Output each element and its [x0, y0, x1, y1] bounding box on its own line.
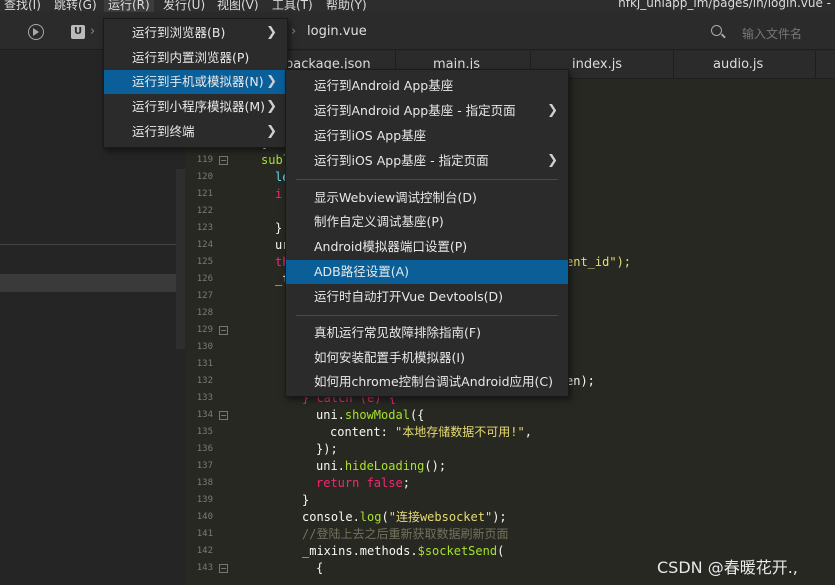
watermark-text: CSDN @春暖花开., — [657, 558, 798, 577]
chevron-right-icon: ❯ — [547, 153, 558, 168]
code-line: _mixins.methods.$socketSend( — [302, 544, 505, 558]
menu-goto[interactable]: 跳转(G) — [54, 0, 97, 12]
uniapp-icon[interactable]: U — [71, 25, 85, 39]
device-submenu: 运行到Android App基座 运行到Android App基座 - 指定页面… — [285, 69, 569, 397]
menu-item-ios-base-page[interactable]: 运行到iOS App基座 - 指定页面 ❯ — [286, 149, 568, 173]
line-number: 125 — [196, 257, 213, 267]
chevron-right-icon: ❯ — [266, 124, 277, 139]
explorer-divider — [0, 244, 176, 245]
line-number: 134 — [196, 410, 213, 420]
code-line: { — [316, 561, 324, 575]
menu-item-run-builtin-browser[interactable]: 运行到内置浏览器(P) — [104, 46, 287, 70]
menu-item-chrome-debug[interactable]: 如何用chrome控制台调试Android应用(C) — [286, 370, 568, 394]
code-line: en); — [566, 374, 595, 388]
line-number: 122 — [196, 206, 213, 216]
menu-separator — [296, 179, 558, 180]
menu-find[interactable]: 查找(I) — [4, 0, 41, 12]
menu-publish[interactable]: 发行(U) — [163, 0, 205, 12]
menu-item-troubleshoot-guide[interactable]: 真机运行常见故障排除指南(F) — [286, 321, 568, 345]
menu-item-run-terminal[interactable]: 运行到终端 ❯ — [104, 120, 287, 144]
line-number: 133 — [196, 393, 213, 403]
line-number: 135 — [196, 427, 213, 437]
line-number: 137 — [196, 461, 213, 471]
line-number: 132 — [196, 376, 213, 386]
chevron-right-icon: › — [90, 24, 96, 39]
breadcrumb-chevron-icon: › — [291, 24, 297, 39]
chevron-right-icon: ❯ — [266, 74, 277, 89]
code-line: console.log("连接websocket"); — [302, 510, 507, 524]
menu-item-emulator-port[interactable]: Android模拟器端口设置(P) — [286, 235, 568, 259]
line-number: 124 — [196, 240, 213, 250]
line-number: 130 — [196, 342, 213, 352]
line-number: 131 — [196, 359, 213, 369]
menu-item-adb-path[interactable]: ADB路径设置(A) — [286, 260, 568, 284]
line-number: 123 — [196, 223, 213, 233]
run-menu: 运行到浏览器(B) ❯ 运行到内置浏览器(P) 运行到手机或模拟器(N) ❯ 运行到… — [103, 18, 288, 148]
menu-item-ios-base[interactable]: 运行到iOS App基座 — [286, 124, 568, 148]
code-line: uni.hideLoading(); — [316, 459, 447, 473]
line-number: 140 — [196, 512, 213, 522]
line-number: 141 — [196, 529, 213, 539]
menu-item-custom-base[interactable]: 制作自定义调试基座(P) — [286, 210, 568, 234]
menu-tools[interactable]: 工具(T) — [272, 0, 313, 12]
run-icon[interactable] — [28, 24, 44, 40]
code-line: uni.showModal({ — [316, 408, 425, 422]
line-number: 121 — [196, 189, 213, 199]
menu-view[interactable]: 视图(V) — [217, 0, 259, 12]
line-number: 126 — [196, 274, 213, 284]
menu-item-run-device[interactable]: 运行到手机或模拟器(N) ❯ — [104, 70, 287, 94]
menu-bar: 查找(I) 跳转(G) 运行(R) 发行(U) 视图(V) 工具(T) 帮助(Y… — [0, 0, 835, 12]
menu-item-webview-console[interactable]: 显示Webview调试控制台(D) — [286, 186, 568, 210]
menu-item-android-base[interactable]: 运行到Android App基座 — [286, 74, 568, 98]
line-number: 142 — [196, 546, 213, 556]
menu-item-run-browser[interactable]: 运行到浏览器(B) ❯ — [104, 21, 287, 45]
line-number: 136 — [196, 444, 213, 454]
chevron-right-icon: ❯ — [266, 25, 277, 40]
line-number: 129 — [196, 325, 213, 335]
explorer-selected-row[interactable] — [0, 274, 176, 292]
menu-help[interactable]: 帮助(Y) — [326, 0, 367, 12]
menu-item-install-emulator[interactable]: 如何安装配置手机模拟器(I) — [286, 346, 568, 370]
tab-index-js[interactable]: index.js — [572, 57, 622, 72]
breadcrumb-file[interactable]: login.vue — [307, 24, 367, 39]
line-number: 138 — [196, 478, 213, 488]
line-number: 120 — [196, 172, 213, 182]
chevron-right-icon: ❯ — [547, 103, 558, 118]
menu-item-android-base-page[interactable]: 运行到Android App基座 - 指定页面 ❯ — [286, 99, 568, 123]
line-number: 143 — [196, 563, 213, 573]
menu-item-vue-devtools[interactable]: 运行时自动打开Vue Devtools(D) — [286, 285, 568, 309]
menu-separator — [296, 315, 558, 316]
code-line: ent_id"); — [566, 255, 632, 269]
line-number: 139 — [196, 495, 213, 505]
file-search-placeholder: 输入文件名 — [742, 27, 803, 41]
code-line: i — [275, 187, 283, 201]
menu-run[interactable]: 运行(R) — [104, 0, 154, 12]
code-line: content: "本地存储数据不可用!", — [330, 425, 532, 439]
code-line: return false; — [316, 476, 410, 490]
fold-toggle-icon[interactable]: − — [219, 156, 228, 165]
code-line: }); — [316, 442, 338, 456]
file-search-input[interactable]: 输入文件名 — [708, 25, 833, 43]
line-number: 128 — [196, 308, 213, 318]
code-line: //登陆上去之后重新获取数据刷新页面 — [302, 527, 509, 541]
menu-item-run-miniprogram[interactable]: 运行到小程序模拟器(M) ❯ — [104, 95, 287, 119]
chevron-right-icon: ❯ — [266, 99, 277, 114]
code-line: } — [302, 493, 310, 507]
line-number: 127 — [196, 291, 213, 301]
explorer-scrollbar[interactable] — [176, 169, 185, 349]
window-title-path: nfkj_uniapp_im/pages/in/login.vue - — [618, 0, 831, 10]
search-icon — [711, 25, 722, 36]
fold-toggle-icon[interactable]: − — [219, 326, 228, 335]
fold-toggle-icon[interactable]: − — [219, 564, 228, 573]
line-number: 119 — [196, 155, 213, 165]
fold-toggle-icon[interactable]: − — [219, 411, 228, 420]
code-line: } — [275, 221, 283, 235]
tab-audio-js[interactable]: audio.js — [713, 57, 763, 72]
